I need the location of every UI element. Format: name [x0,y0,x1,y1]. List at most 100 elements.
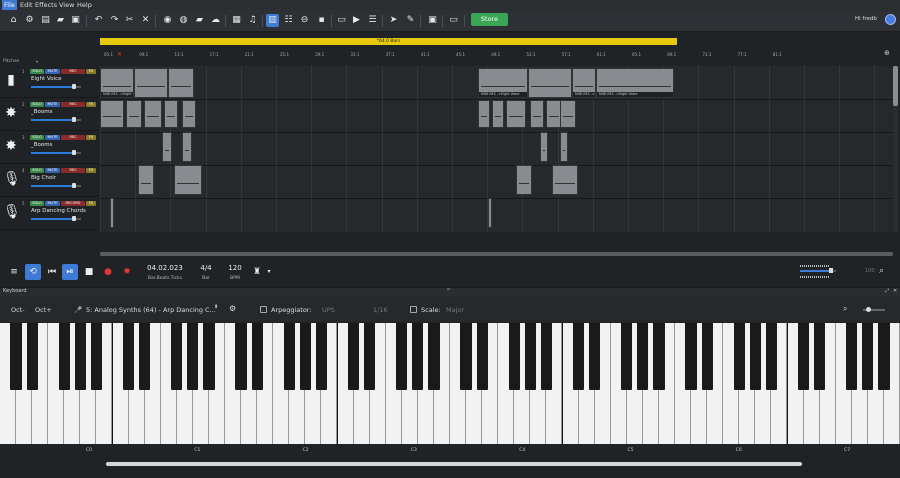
track-name[interactable]: Eight Voice [31,76,62,82]
mute-button[interactable]: MUTE [45,201,60,206]
piano-view-icon[interactable]: ▥ [266,14,279,27]
chevron-down-icon[interactable]: ▾ [264,264,274,280]
black-key[interactable] [90,323,103,390]
fx-button[interactable]: FX [86,168,96,173]
track-name[interactable]: Arp Dancing Chords [31,208,86,214]
black-key[interactable] [74,323,86,390]
play-pause-icon[interactable]: ⏯ [62,264,78,280]
gear-icon[interactable]: ⚙ [229,304,236,313]
black-key[interactable] [797,323,810,390]
midi-clip[interactable] [168,68,194,98]
octave-down-button[interactable]: Oct- [11,306,25,314]
mute-button[interactable]: MUTE [45,135,60,140]
black-key[interactable] [139,323,151,390]
music-note-icon[interactable]: ♫ [246,14,259,27]
midi-clip[interactable] [164,100,178,128]
record-arm-button[interactable]: REC [61,69,85,74]
metronome-icon[interactable]: ♜ [252,264,262,280]
track-header[interactable]: ▮ 1 SOLO MUTE REC FX Eight Voice [0,66,98,98]
black-key[interactable] [621,323,633,390]
black-key[interactable] [315,323,328,390]
cut-icon[interactable]: ✂ [123,14,136,27]
black-key[interactable] [846,323,858,390]
save-icon[interactable]: ▣ [69,14,82,27]
track-volume-slider[interactable] [31,117,81,122]
record-arm-button[interactable]: REC [61,102,85,107]
black-key[interactable] [58,323,70,390]
sliders-icon[interactable]: ☰ [366,14,379,27]
piano-keyboard[interactable] [0,323,900,444]
loop-icon[interactable]: ⟲ [25,264,41,280]
black-key[interactable] [685,323,697,390]
chevron-down-icon[interactable]: ▾ [36,59,38,64]
midi-clip[interactable] [174,165,202,195]
zoom-slider-knob[interactable] [866,307,871,312]
timeline-ruler[interactable]: 05:1 09:1 13:1 17:1 21:1 25:1 29:1 33:1 37:1 41:1… [100,50,896,60]
vertical-scrollbar[interactable] [893,66,898,232]
midi-clip[interactable] [144,100,162,128]
black-key[interactable] [203,323,215,390]
midi-clip[interactable]: MIDI REC ->Eight Voice [596,68,674,98]
time-signature-display[interactable]: 4/4 [195,264,217,272]
solo-button[interactable]: SOLO [30,69,44,74]
fx-button[interactable]: FX [86,102,96,107]
resize-handle-icon[interactable]: ═ [447,287,450,293]
midi-clip[interactable] [134,68,168,98]
midi-clip[interactable] [182,132,192,162]
arranger-grid[interactable]: MIDI REC ->Eight VoiceMIDI REC ->Eight V… [100,66,893,232]
black-key[interactable] [299,323,311,390]
volume-knob[interactable] [71,84,76,89]
draw-tool-icon[interactable]: ✎ [404,14,417,27]
black-key[interactable] [347,323,360,390]
black-key[interactable] [235,323,247,390]
menu-icon[interactable]: ≡ [6,264,22,280]
midi-clip[interactable] [560,132,568,162]
keyboard-scrollbar[interactable] [106,462,802,466]
black-key[interactable] [765,323,778,390]
selection-icon[interactable]: ▣ [426,14,439,27]
black-key[interactable] [460,323,472,390]
black-key[interactable] [412,323,424,390]
track-volume-slider[interactable] [31,150,81,155]
black-key[interactable] [171,323,183,390]
midi-clip[interactable] [506,100,526,128]
mixer-icon[interactable]: ☷ [282,14,295,27]
black-key[interactable] [396,323,408,390]
rewind-icon[interactable]: ⏮ [44,264,60,280]
track-header[interactable]: 🎙 4 SOLO MUTE REC FX Big Choir [0,165,98,197]
octave-up-button[interactable]: Oct+ [35,306,52,314]
black-key[interactable] [476,323,488,390]
black-key[interactable] [508,323,520,390]
search-icon[interactable]: ⌕ [843,304,847,314]
volume-knob[interactable] [71,216,76,221]
record-icon[interactable]: ● [100,264,116,280]
open-folder-icon[interactable]: ▰ [54,14,67,27]
record-arm-button[interactable]: RECORD [61,201,85,206]
arp-rate-select[interactable]: 1/16 [373,306,388,314]
track-volume-slider[interactable] [31,183,81,188]
volume-knob[interactable] [71,150,76,155]
new-file-icon[interactable]: ▤ [39,14,52,27]
solo-button[interactable]: SOLO [30,168,44,173]
black-key[interactable] [283,323,295,390]
horizontal-scrollbar[interactable] [100,252,893,256]
menu-view[interactable]: View [57,0,76,10]
track-name[interactable]: _Booms [31,142,52,148]
track-volume-slider[interactable] [31,84,81,89]
black-key[interactable] [862,323,874,390]
track-volume-slider[interactable] [31,216,81,221]
scale-select[interactable]: Major [446,306,464,314]
settings-icon[interactable]: ⚙ [23,14,36,27]
track-header[interactable]: ✸ 3 SOLO MUTE REC FX _Booms [0,132,98,164]
solo-button[interactable]: SOLO [30,201,44,206]
midi-clip[interactable] [182,100,196,128]
circle-icon[interactable]: ⊖ [298,14,311,27]
midi-clip[interactable] [100,100,124,128]
midi-clip[interactable] [162,132,172,162]
menu-help[interactable]: Help [75,0,94,10]
pointer-tool-icon[interactable]: ➤ [387,14,400,27]
black-key[interactable] [540,323,553,390]
midi-clip[interactable] [560,100,576,128]
black-key[interactable] [364,323,376,390]
black-key[interactable] [814,323,826,390]
